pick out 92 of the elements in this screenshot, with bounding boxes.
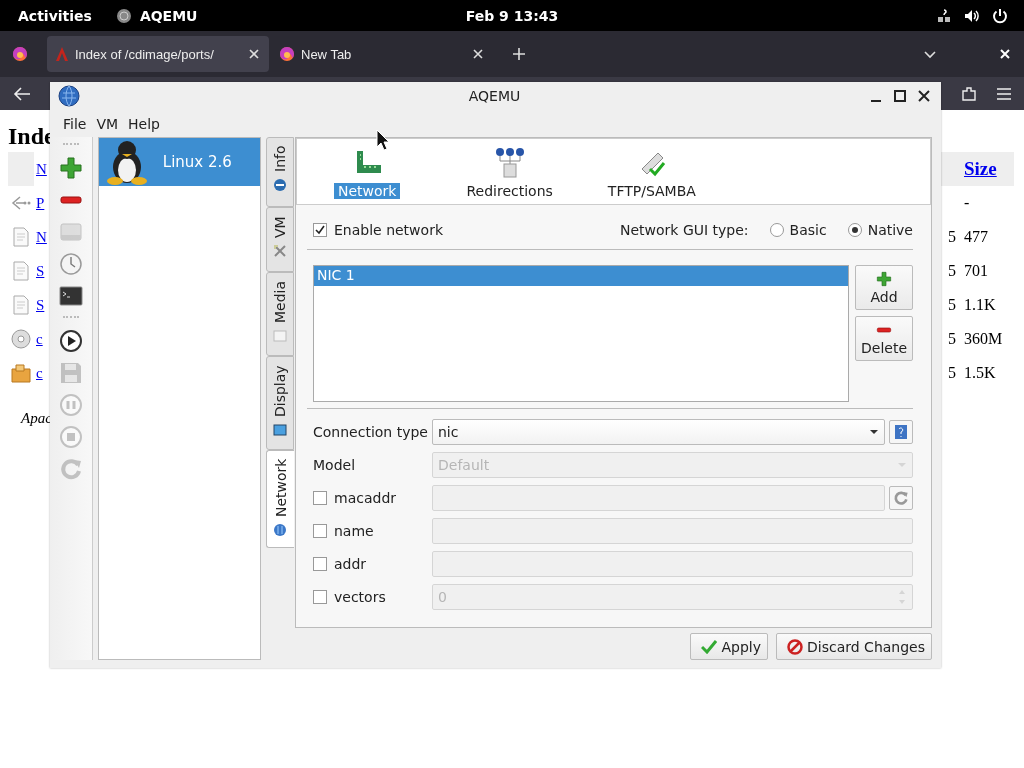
file-link[interactable]: N — [36, 228, 47, 246]
date-cell-text: 5 — [947, 228, 956, 246]
apply-button[interactable]: Apply — [690, 633, 768, 660]
radio-label[interactable]: Basic — [789, 222, 827, 238]
site-icon — [55, 46, 69, 62]
browser-icon[interactable] — [12, 46, 28, 62]
parent-icon — [10, 193, 32, 213]
date-cell-text: 5 — [947, 364, 956, 382]
app-name[interactable]: AQEMU — [139, 7, 198, 24]
side-tab[interactable]: Info — [266, 137, 294, 207]
side-tab[interactable]: Media — [266, 272, 294, 356]
dropdown-arrow-icon — [897, 461, 907, 468]
size-cell-text: 360M — [963, 330, 1004, 348]
file-link[interactable]: c — [36, 330, 43, 348]
add-button[interactable]: Add — [855, 265, 913, 310]
size-cell-text: 1.1K — [963, 296, 997, 314]
size-cell-text: - — [963, 194, 971, 212]
dropdown[interactable]: nic — [432, 418, 885, 445]
file-link[interactable]: P — [36, 194, 45, 212]
radio-label[interactable]: Native — [867, 222, 913, 238]
browser-icon — [279, 46, 295, 62]
dropdown-arrow-icon — [869, 428, 879, 435]
section-tab[interactable]: Redirections — [462, 147, 557, 199]
file-link[interactable]: S — [36, 296, 45, 314]
network-icon[interactable] — [936, 7, 952, 24]
maximize-icon[interactable] — [893, 89, 907, 103]
reload-icon — [893, 489, 909, 506]
help-icon — [893, 423, 909, 440]
tools-icon — [273, 243, 287, 258]
side-tab[interactable]: VM — [266, 207, 294, 272]
plus-icon — [876, 270, 892, 287]
monitor-icon — [273, 422, 287, 437]
close-icon[interactable] — [471, 47, 485, 61]
section-tab[interactable]: Network — [334, 147, 401, 199]
play-icon[interactable] — [58, 329, 83, 353]
size-cell-text: 701 — [963, 262, 989, 280]
text-icon — [10, 261, 32, 281]
vm-item[interactable]: Linux 2.6 — [98, 138, 260, 186]
field-label: Model — [313, 456, 356, 473]
no-entry-icon — [787, 638, 803, 655]
plus-icon[interactable] — [58, 156, 83, 180]
text-icon — [10, 227, 32, 247]
browser-tab[interactable]: Index of /cdimage/ports/ — [47, 36, 269, 72]
field-label: Network GUI type: — [620, 222, 749, 238]
date-cell-text: 5 — [947, 262, 956, 280]
help-button[interactable] — [889, 419, 913, 444]
checkmark-icon — [701, 639, 718, 654]
menu-item[interactable]: VM — [91, 115, 124, 132]
file-link[interactable]: N — [36, 160, 47, 178]
radio-button[interactable] — [769, 223, 784, 237]
menu-item[interactable]: Help — [123, 115, 165, 132]
penguin-icon — [104, 139, 149, 185]
extensions-icon[interactable] — [960, 84, 978, 103]
hub-icon — [493, 147, 526, 179]
section-tab[interactable]: TFTP/SAMBA — [603, 147, 700, 199]
clock-icon[interactable] — [58, 252, 83, 276]
globe-icon — [273, 523, 288, 538]
file-link[interactable]: c — [36, 364, 43, 382]
discard-button[interactable]: Discard Changes — [776, 633, 932, 660]
file-link[interactable]: S — [36, 262, 45, 280]
menu-icon[interactable] — [996, 86, 1012, 101]
power-icon[interactable] — [992, 7, 1008, 24]
new-tab-icon[interactable] — [511, 46, 527, 62]
close-icon[interactable] — [917, 89, 931, 103]
close-icon[interactable] — [247, 47, 261, 61]
globe-icon — [58, 85, 80, 107]
app-icon — [115, 7, 132, 24]
window-title: AQEMU — [467, 88, 522, 104]
back-arrow-icon[interactable] — [12, 85, 32, 102]
archive-icon — [10, 363, 32, 383]
field-label: Connection type — [313, 423, 428, 440]
side-tab[interactable]: Display — [266, 356, 294, 450]
browser-tab[interactable]: New Tab — [271, 36, 493, 72]
activities-button[interactable]: Activities — [18, 7, 92, 24]
close-icon[interactable] — [998, 47, 1012, 61]
checkbox-label[interactable]: Enable network — [334, 222, 443, 238]
menu-item[interactable]: File — [58, 115, 92, 132]
size-column-link[interactable]: Size — [964, 158, 997, 180]
date-cell-text: 5 — [947, 296, 956, 314]
volume-icon[interactable] — [964, 7, 980, 24]
radio-button[interactable] — [847, 223, 862, 237]
size-cell-text: 1.5K — [963, 364, 997, 382]
size-cell-text: 477 — [963, 228, 989, 246]
date-cell-text: 5 — [947, 330, 956, 348]
server-footer: Apac — [21, 410, 52, 427]
terminal-icon[interactable] — [58, 284, 83, 308]
delete-button[interactable]: Delete — [855, 316, 913, 361]
text-icon — [10, 295, 32, 315]
checkbox[interactable] — [313, 223, 327, 237]
side-tab[interactable]: Network — [266, 450, 294, 548]
nic-item[interactable]: NIC 1 — [314, 266, 848, 286]
clock[interactable]: Feb 9 13:43 — [465, 7, 559, 24]
